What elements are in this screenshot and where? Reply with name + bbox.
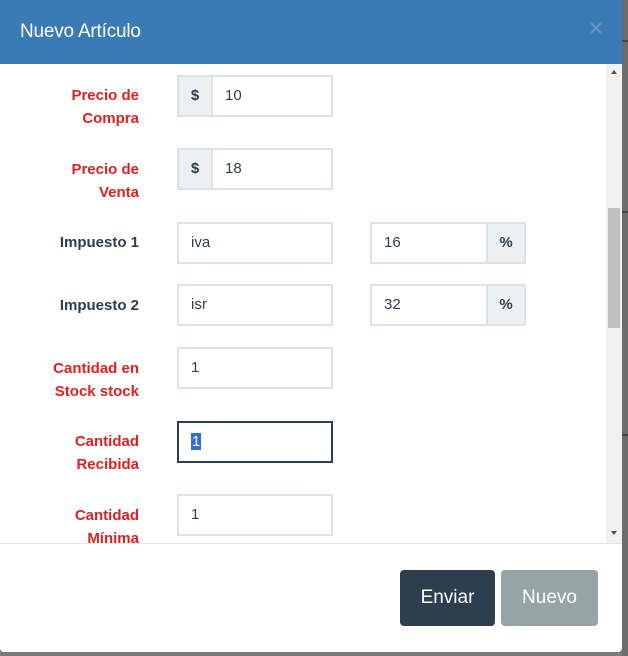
purchase-price-label: Precio de Compra [71, 84, 139, 130]
modal-title: Nuevo Artículo [20, 21, 141, 42]
label-line: Cantidad [74, 433, 139, 450]
label-line: Stock stock [54, 383, 139, 400]
submit-button[interactable]: Enviar [400, 570, 495, 626]
modal-header: Nuevo Artículo × [0, 0, 622, 64]
backdrop-edge-mark [622, 211, 628, 213]
minimum-quantity-input[interactable]: 1 [177, 494, 333, 536]
label-line: Recibida [76, 456, 139, 473]
chevron-down-icon[interactable] [611, 531, 617, 535]
backdrop-edge-mark [622, 434, 628, 436]
tax2-label: Impuesto 2 [59, 297, 139, 314]
received-quantity-label: Cantidad Recibida [75, 430, 139, 476]
label-line: Cantidad en [53, 360, 139, 377]
sale-price-label: Precio de Venta [71, 158, 139, 204]
label-line: Cantidad [74, 507, 139, 524]
new-article-modal: Nuevo Artículo × Precio de Compra $ 10 P… [0, 0, 622, 652]
purchase-price-input[interactable]: 10 [211, 75, 333, 117]
tax2-name-input[interactable]: isr [177, 284, 333, 326]
label-line: Venta [98, 184, 139, 201]
sale-price-input[interactable]: 18 [211, 148, 333, 190]
chevron-up-icon[interactable] [611, 70, 617, 74]
tax1-name-input[interactable]: iva [177, 222, 333, 264]
scrollbar-thumb[interactable] [608, 208, 620, 328]
stock-quantity-input[interactable]: 1 [177, 347, 333, 389]
label-line: Mínima [87, 530, 139, 544]
new-button[interactable]: Nuevo [501, 570, 598, 626]
backdrop-edge-mark [622, 40, 628, 42]
tax1-label: Impuesto 1 [59, 234, 139, 251]
label-line: Precio de [71, 87, 139, 104]
received-quantity-input[interactable]: 1 [177, 421, 333, 463]
percent-addon: % [486, 284, 526, 326]
backdrop [622, 0, 628, 656]
modal-scrollbar[interactable] [606, 64, 622, 544]
percent-addon: % [486, 222, 526, 264]
selected-text: 1 [191, 433, 202, 450]
tax2-rate-input[interactable]: 32 [370, 284, 488, 326]
label-line: Precio de [71, 161, 139, 178]
modal-body[interactable]: Precio de Compra $ 10 Precio de Venta $ … [0, 64, 622, 544]
currency-addon: $ [177, 75, 213, 117]
modal-footer: Enviar Nuevo [0, 543, 622, 652]
currency-addon: $ [177, 148, 213, 190]
label-line: Compra [82, 110, 139, 127]
close-icon[interactable]: × [587, 16, 605, 42]
minimum-quantity-label: Cantidad Mínima [75, 504, 139, 544]
stock-quantity-label: Cantidad en Stock stock [53, 357, 139, 403]
tax1-rate-input[interactable]: 16 [370, 222, 488, 264]
